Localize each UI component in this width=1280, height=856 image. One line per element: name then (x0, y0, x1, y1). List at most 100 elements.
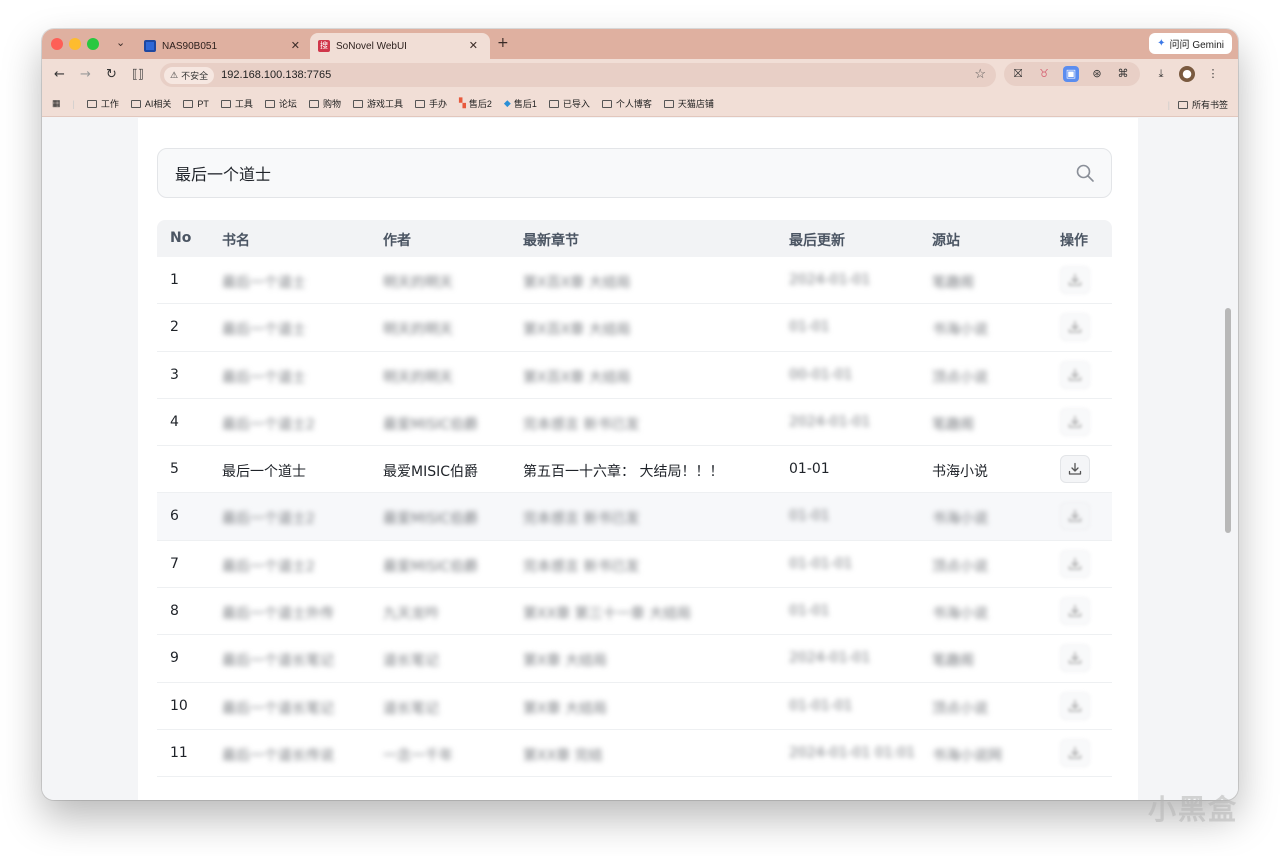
last-update: 2024-01-01 (789, 272, 871, 288)
bookmark-label: 工具 (234, 99, 253, 109)
bookmark-folder[interactable]: 工作 (86, 97, 119, 110)
minimize-window-button[interactable] (69, 38, 81, 50)
download-button[interactable] (1060, 597, 1090, 626)
row-number: 1 (170, 272, 179, 288)
search-input[interactable]: 最后一个道士 (175, 161, 271, 185)
download-icon (1068, 746, 1082, 759)
last-update: 01-01 (789, 508, 830, 525)
download-icon (1068, 368, 1082, 381)
latest-chapter: 完本感言 新书已发 (523, 416, 640, 433)
folder-icon (352, 99, 363, 108)
folder-icon (264, 99, 275, 108)
reload-icon[interactable]: ↻ (106, 67, 117, 82)
header-last-update: 最后更新 (789, 233, 845, 249)
row-number: 8 (170, 603, 179, 620)
book-author: 最爱MISIC伯爵 (383, 464, 478, 481)
download-button[interactable] (1060, 549, 1090, 578)
folder-icon (663, 99, 674, 108)
search-icon[interactable] (1075, 163, 1095, 183)
forward-arrow-icon[interactable]: → (80, 67, 91, 82)
download-button[interactable] (1060, 738, 1090, 767)
latest-chapter: 完本感言 新书已发 (523, 511, 640, 528)
bookmark-link[interactable]: ▚ 售后2 (459, 97, 492, 110)
table-row: 3 最后一个道士 明天的明天 第X百X章 大结局 00-01-01 顶点小说 (157, 352, 1112, 399)
back-arrow-icon[interactable]: ← (54, 67, 65, 82)
tab-search-icon[interactable]: ⌄ (116, 36, 125, 49)
bookmark-folder[interactable]: PT (183, 99, 209, 109)
row-number: 7 (170, 555, 179, 572)
bookmark-star-icon[interactable]: ☆ (974, 66, 986, 82)
download-button[interactable] (1060, 313, 1090, 342)
bookmarks-divider: | (1167, 99, 1170, 110)
download-button[interactable] (1060, 644, 1090, 673)
download-button[interactable] (1060, 266, 1090, 294)
download-icon (1068, 415, 1082, 428)
tab-nas[interactable]: NAS90B051 ✕ (142, 33, 312, 59)
close-window-button[interactable] (51, 38, 63, 50)
sonovel-favicon-icon: 搜 (318, 40, 330, 52)
bookmark-link[interactable]: ◆ 售后1 (504, 97, 537, 110)
close-tab-icon[interactable]: ✕ (469, 39, 478, 52)
source-site: 书海小说 (932, 606, 988, 623)
all-bookmarks-button[interactable]: | 所有书签 (1168, 98, 1228, 111)
new-tab-button[interactable]: + (497, 35, 509, 51)
folder-icon (220, 99, 231, 108)
table-row: 5 最后一个道士 最爱MISIC伯爵 第五百一十六章： 大结局！！！ 01-01 书海小说 (157, 446, 1112, 494)
book-author: 最爱MISIC伯爵 (383, 558, 478, 575)
url-text[interactable]: 192.168.100.138:7765 (221, 69, 331, 81)
last-update: 00-01-01 (789, 366, 853, 383)
bookmark-folder[interactable]: 论坛 (264, 97, 297, 110)
book-title: 最后一个道士2 (222, 416, 315, 433)
gemini-button[interactable]: ✦ 问问 Gemini (1149, 33, 1232, 54)
last-update: 2024-01-01 01:01 (789, 744, 916, 761)
download-icon[interactable]: ⤓ (1153, 66, 1169, 82)
bookmark-label: 个人博客 (615, 99, 652, 109)
latest-chapter: 完本感言 新书已发 (523, 558, 640, 575)
folder-icon (548, 99, 559, 108)
header-author: 作者 (383, 233, 411, 249)
avatar[interactable]: ● (1179, 66, 1195, 82)
more-menu-icon[interactable]: ⋮ (1205, 66, 1221, 82)
source-site: 笔趣阁 (932, 275, 974, 291)
bookmark-folder[interactable]: 手办 (414, 97, 447, 110)
latest-chapter: 第X百X章 大结局 (523, 369, 631, 386)
download-button[interactable] (1060, 502, 1090, 531)
bookmark-folder[interactable]: 购物 (308, 97, 341, 110)
download-button[interactable] (1060, 360, 1090, 389)
split-view-icon[interactable]: ⟦⟧ (132, 67, 144, 81)
page-viewport: 最后一个道士 No 书名 作者 最新章节 最后更新 源站 操作 1 最后一个道士明… (42, 118, 1238, 800)
source-site: 书海小说 (932, 511, 988, 528)
bookmark-folder[interactable]: 个人博客 (601, 97, 652, 110)
bookmark-folder[interactable]: 已导入 (548, 97, 590, 110)
bookmark-folder[interactable]: 游戏工具 (352, 97, 403, 110)
bookmark-folder[interactable]: 天猫店铺 (663, 97, 714, 110)
folder-icon (414, 99, 425, 108)
book-title: 最后一个道长笔记 (222, 700, 334, 717)
row-number: 3 (170, 366, 179, 383)
address-bar[interactable]: ⚠ 不安全 192.168.100.138:7765 ☆ (160, 63, 996, 87)
book-title: 最后一个道士 (222, 369, 306, 386)
search-box[interactable]: 最后一个道士 (157, 148, 1112, 198)
close-tab-icon[interactable]: ✕ (291, 39, 300, 52)
bookmark-label: 手办 (428, 99, 447, 109)
tab-sonovel[interactable]: 搜 SoNovel WebUI ✕ (310, 33, 490, 59)
apps-grid-icon[interactable]: ▦ (52, 98, 61, 109)
maximize-window-button[interactable] (87, 38, 99, 50)
download-button[interactable] (1060, 691, 1090, 720)
bookmark-folder[interactable]: AI相关 (130, 97, 171, 110)
folder-icon (308, 99, 319, 108)
screenshot-extension-icon[interactable]: ⛝ (1010, 66, 1026, 82)
bookmark-folder[interactable]: 工具 (220, 97, 253, 110)
translate-extension-icon[interactable]: ▣ (1063, 66, 1079, 82)
puzzle-extensions-icon[interactable]: ⌘ (1115, 66, 1131, 82)
folder-icon (183, 99, 194, 108)
security-indicator[interactable]: ⚠ 不安全 (164, 66, 215, 84)
download-button[interactable] (1060, 455, 1090, 484)
bookmark-label: 购物 (322, 99, 341, 109)
download-icon (1068, 510, 1082, 523)
page-scrollbar[interactable] (1225, 308, 1231, 533)
openai-extension-icon[interactable]: ⊛ (1089, 66, 1105, 82)
pig-extension-icon[interactable]: ♉ (1036, 66, 1052, 82)
download-button[interactable] (1060, 407, 1090, 436)
table-row: 11 最后一个道长传说 一念一千年 第XX章 完结 2024-01-01 01:01 书海… (157, 730, 1112, 778)
